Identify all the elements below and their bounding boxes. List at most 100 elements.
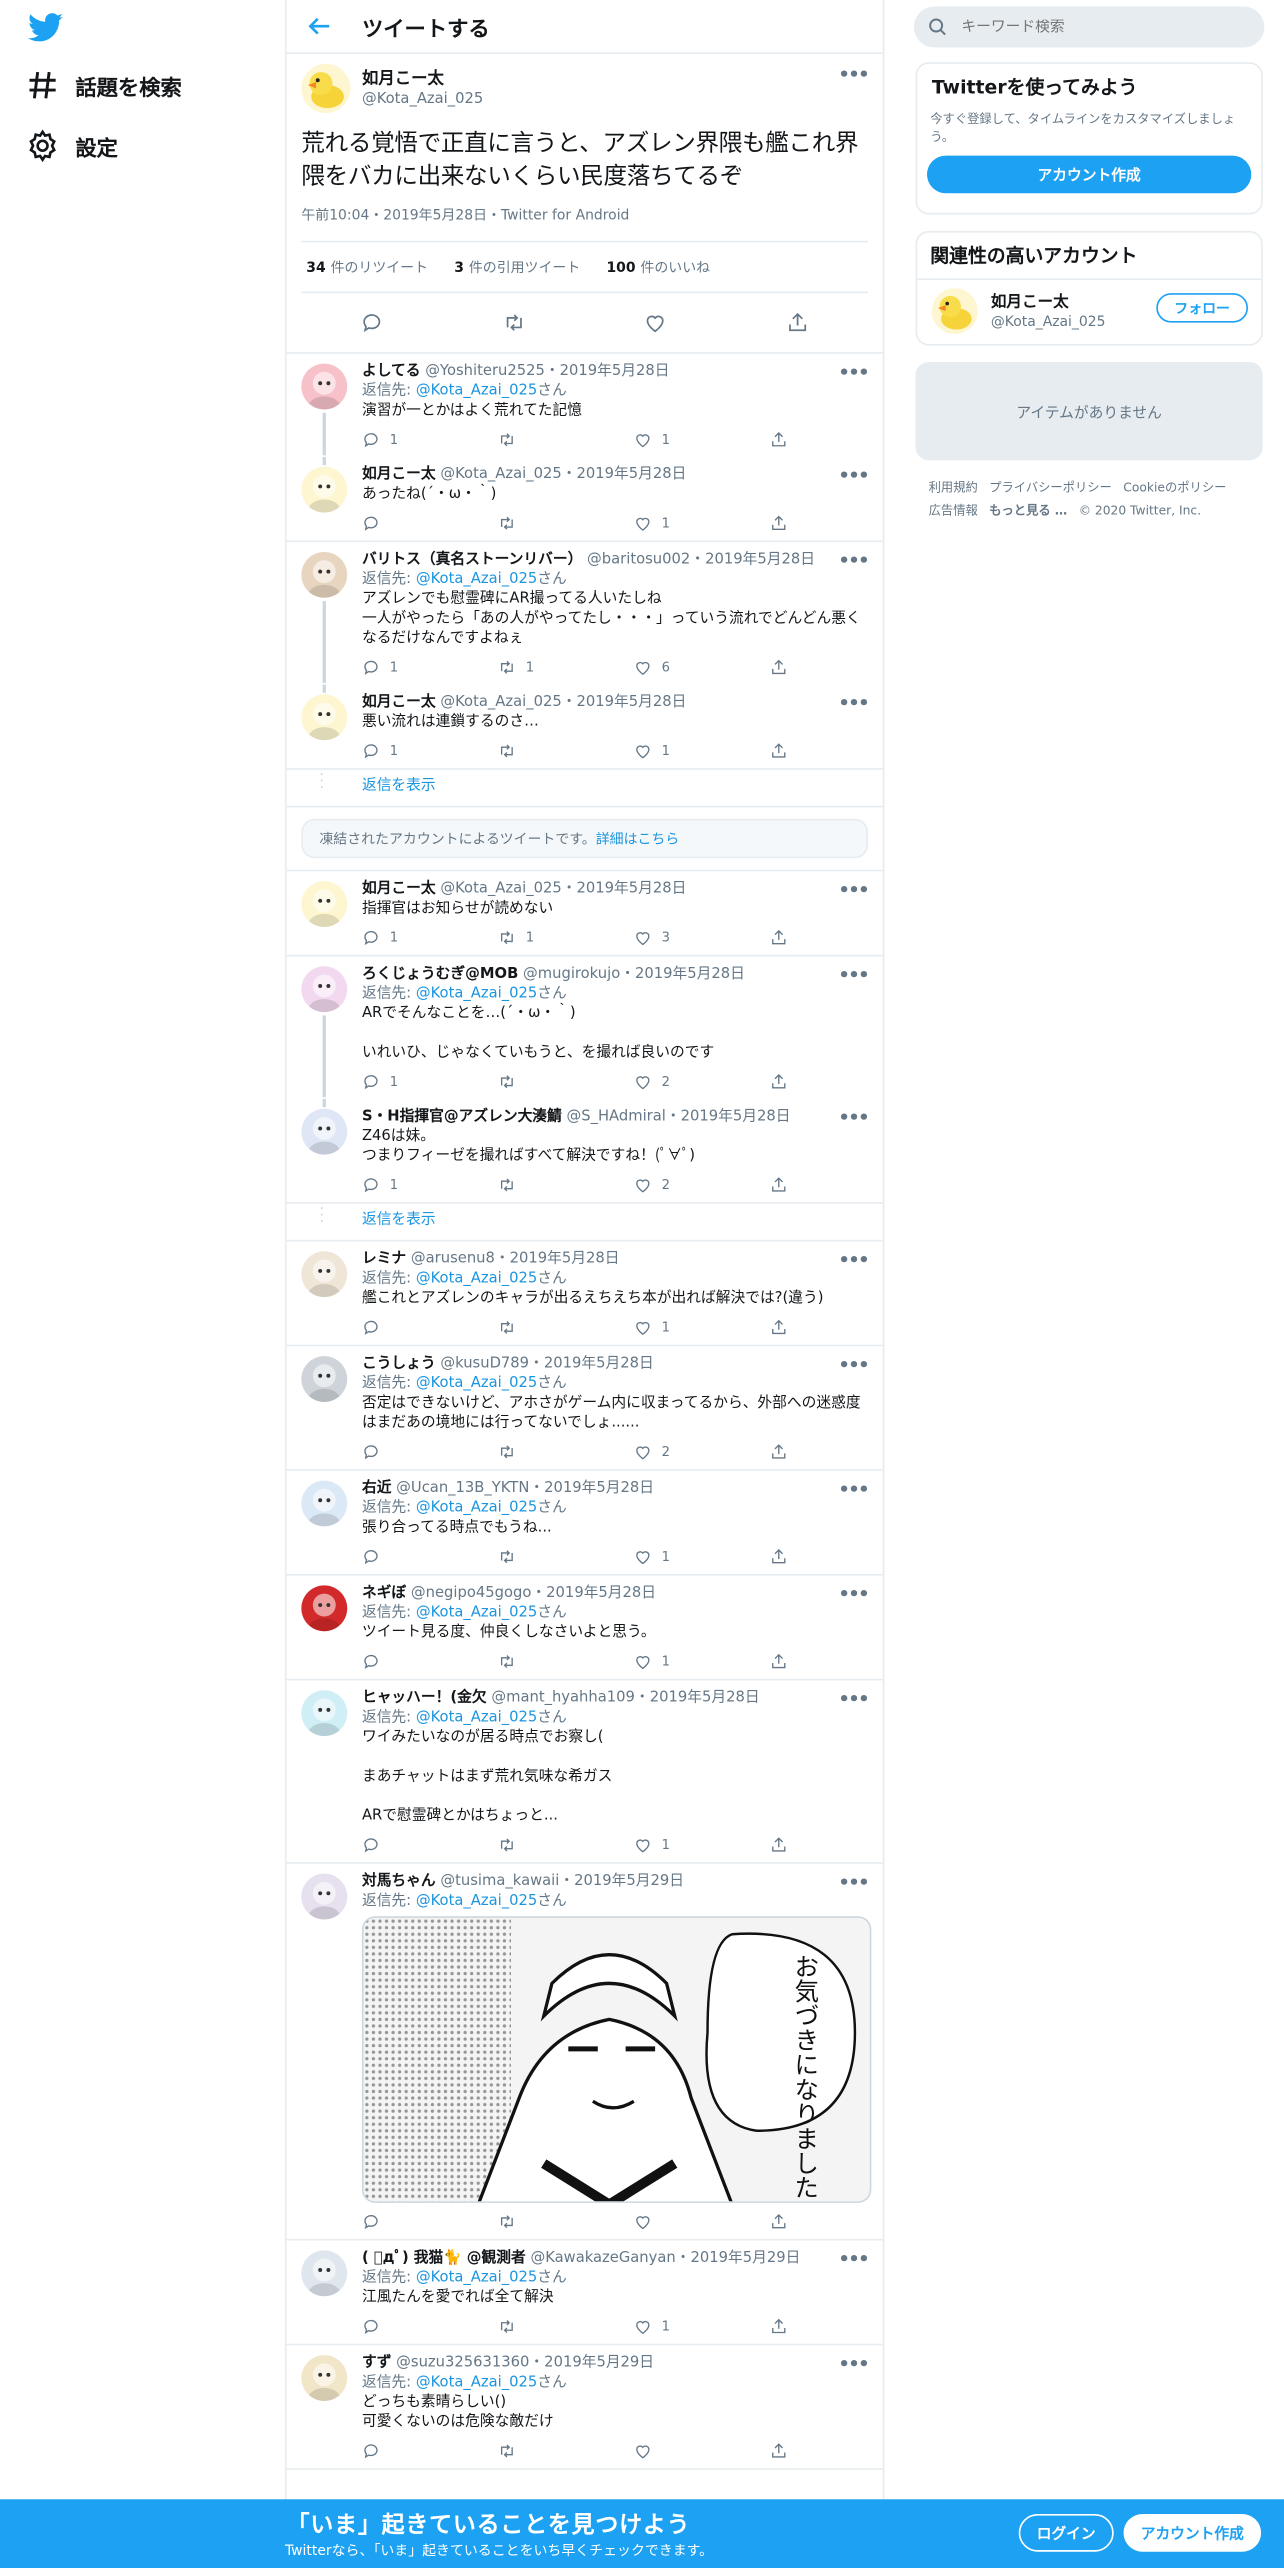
more-icon[interactable]: ••• xyxy=(838,879,869,900)
reply-author-name[interactable]: ろくじょうむぎ@MOB xyxy=(362,966,518,982)
reply-author-handle[interactable]: @Kota_Azai_025 xyxy=(440,694,561,710)
more-icon[interactable]: ••• xyxy=(838,1479,869,1500)
retweet-button[interactable] xyxy=(498,1653,634,1671)
avatar[interactable] xyxy=(301,1251,348,1298)
share-button[interactable] xyxy=(770,2317,803,2335)
reply-author-name[interactable]: 如月こー太 xyxy=(362,694,436,710)
reply-to-link[interactable]: @Kota_Azai_025 xyxy=(416,1605,537,1621)
retweet-button[interactable]: 1 xyxy=(498,658,634,676)
reply-tweet[interactable]: ••• 如月こー太 @Kota_Azai_025・2019年5月28日 悪い流れは連… xyxy=(286,684,883,770)
retweet-button[interactable] xyxy=(498,1443,634,1461)
related-name[interactable]: 如月こー太 xyxy=(991,291,1106,312)
reply-to-link[interactable]: @Kota_Azai_025 xyxy=(416,2375,537,2391)
share-button[interactable] xyxy=(770,1318,803,1336)
avatar[interactable] xyxy=(301,551,348,598)
reply-date[interactable]: 2019年5月28日 xyxy=(635,966,745,982)
avatar[interactable] xyxy=(301,1690,348,1737)
tweet-image[interactable]: お気づきになりましたか xyxy=(361,1916,872,2203)
reply-tweet[interactable]: ••• S・H指揮官@アズレン大湊鯖 @S_HAdmiral・2019年5月28日… xyxy=(286,1098,883,1204)
author-name[interactable]: 如月こー太 xyxy=(362,68,483,89)
share-button[interactable] xyxy=(770,1548,803,1566)
reply-date[interactable]: 2019年5月28日 xyxy=(577,467,687,483)
reply-date[interactable]: 2019年5月28日 xyxy=(650,1690,760,1706)
reply-author-handle[interactable]: @Ucan_13B_YKTN xyxy=(396,1481,529,1497)
avatar[interactable] xyxy=(301,466,348,513)
more-icon[interactable]: ••• xyxy=(838,550,869,571)
follow-button[interactable]: フォロー xyxy=(1156,293,1249,323)
avatar[interactable] xyxy=(301,966,348,1013)
like-button[interactable] xyxy=(634,2213,770,2231)
reply-author-name[interactable]: S・H指揮官@アズレン大湊鯖 xyxy=(362,1109,562,1125)
related-account-row[interactable]: 如月こー太 @Kota_Azai_025 フォロー xyxy=(917,280,1261,342)
reply-button[interactable] xyxy=(362,1443,498,1461)
reply-tweet[interactable]: ••• レミナ @arusenu8・2019年5月28日 返信先: @Kota_Az… xyxy=(286,1241,883,1347)
retweet-button[interactable] xyxy=(498,1176,634,1194)
reply-author-name[interactable]: ( ﾟдﾟ) 我猫🐈 @観測者 xyxy=(362,2250,526,2266)
reply-date[interactable]: 2019年5月28日 xyxy=(546,1585,656,1601)
share-button[interactable] xyxy=(770,1836,803,1854)
more-icon[interactable]: ••• xyxy=(838,1872,869,1893)
reply-author-name[interactable]: 如月こー太 xyxy=(362,467,436,483)
reply-author-handle[interactable]: @mugirokujo xyxy=(523,966,620,982)
reply-button[interactable]: 1 xyxy=(362,658,498,676)
reply-author-name[interactable]: バリトス（真名ストーンリバー） xyxy=(362,552,582,568)
like-button[interactable] xyxy=(634,2442,770,2460)
avatar[interactable] xyxy=(301,694,348,741)
reply-author-name[interactable]: ヒャッハー！(金欠 xyxy=(362,1690,487,1706)
show-replies-link[interactable]: · · · 返信を表示 xyxy=(286,1203,883,1242)
reply-to-link[interactable]: @Kota_Azai_025 xyxy=(416,1893,537,1909)
search-bar[interactable] xyxy=(913,6,1265,48)
more-icon[interactable]: ••• xyxy=(838,64,869,85)
avatar[interactable] xyxy=(301,363,348,410)
reply-tweet[interactable]: ••• こうしょう @kusuD789・2019年5月28日 返信先: @Kota_… xyxy=(286,1346,883,1471)
reply-author-name[interactable]: 右近 xyxy=(362,1481,392,1497)
retweet-button[interactable] xyxy=(498,1073,634,1091)
reply-date[interactable]: 2019年5月28日 xyxy=(560,364,670,380)
reply-button[interactable] xyxy=(362,2442,498,2460)
search-input[interactable] xyxy=(961,18,1208,36)
reply-author-handle[interactable]: @suzu325631360 xyxy=(396,2355,529,2371)
avatar[interactable] xyxy=(301,1356,348,1402)
retweet-button[interactable] xyxy=(498,1548,634,1566)
reply-button[interactable] xyxy=(362,1548,498,1566)
like-button[interactable]: 1 xyxy=(634,1836,770,1854)
show-replies-link[interactable]: · · · 返信を表示 xyxy=(286,769,883,808)
retweet-button[interactable] xyxy=(498,742,634,760)
share-button[interactable] xyxy=(770,1443,803,1461)
retweet-button[interactable] xyxy=(498,2317,634,2335)
reply-button[interactable] xyxy=(362,1318,498,1336)
share-button[interactable] xyxy=(770,1653,803,1671)
more-icon[interactable]: ••• xyxy=(838,693,869,714)
reply-date[interactable]: 2019年5月29日 xyxy=(574,1874,684,1890)
quote-stat[interactable]: 3 件の引用ツイート xyxy=(454,257,580,276)
reply-to-link[interactable]: @Kota_Azai_025 xyxy=(416,572,537,588)
retweet-button[interactable] xyxy=(498,1318,634,1336)
reply-date[interactable]: 2019年5月28日 xyxy=(544,1481,654,1497)
reply-button[interactable]: 1 xyxy=(362,431,498,449)
retweet-button[interactable] xyxy=(498,2442,634,2460)
share-button[interactable] xyxy=(770,514,803,532)
avatar[interactable] xyxy=(301,1585,348,1632)
more-icon[interactable]: ••• xyxy=(838,1584,869,1605)
retweet-stat[interactable]: 34 件のリツイート xyxy=(306,257,428,276)
reply-button[interactable]: 1 xyxy=(362,1176,498,1194)
notice-link[interactable]: 詳細はこちら xyxy=(596,832,680,848)
like-button[interactable]: 2 xyxy=(634,1443,770,1461)
avatar[interactable] xyxy=(301,2355,348,2402)
reply-date[interactable]: 2019年5月28日 xyxy=(705,552,815,568)
reply-author-handle[interactable]: @arusenu8 xyxy=(411,1251,495,1267)
more-icon[interactable]: ••• xyxy=(838,2354,869,2375)
reply-author-handle[interactable]: @kusuD789 xyxy=(440,1356,529,1372)
signup-button[interactable]: アカウント作成 xyxy=(926,155,1252,194)
reply-to-link[interactable]: @Kota_Azai_025 xyxy=(416,383,537,399)
more-icon[interactable]: ••• xyxy=(838,965,869,986)
avatar[interactable] xyxy=(301,2250,348,2297)
reply-date[interactable]: 2019年5月28日 xyxy=(510,1251,620,1267)
footer-link[interactable]: Cookieのポリシー xyxy=(1123,480,1226,495)
back-arrow-icon[interactable] xyxy=(306,13,332,39)
avatar[interactable] xyxy=(301,1108,348,1155)
avatar[interactable] xyxy=(931,288,978,335)
reply-tweet[interactable]: ••• ヒャッハー！(金欠 @mant_hyahha109・2019年5月28日返… xyxy=(286,1680,883,1864)
like-stat[interactable]: 100 件のいいね xyxy=(606,257,710,276)
reply-author-name[interactable]: 対馬ちゃん xyxy=(362,1874,436,1890)
